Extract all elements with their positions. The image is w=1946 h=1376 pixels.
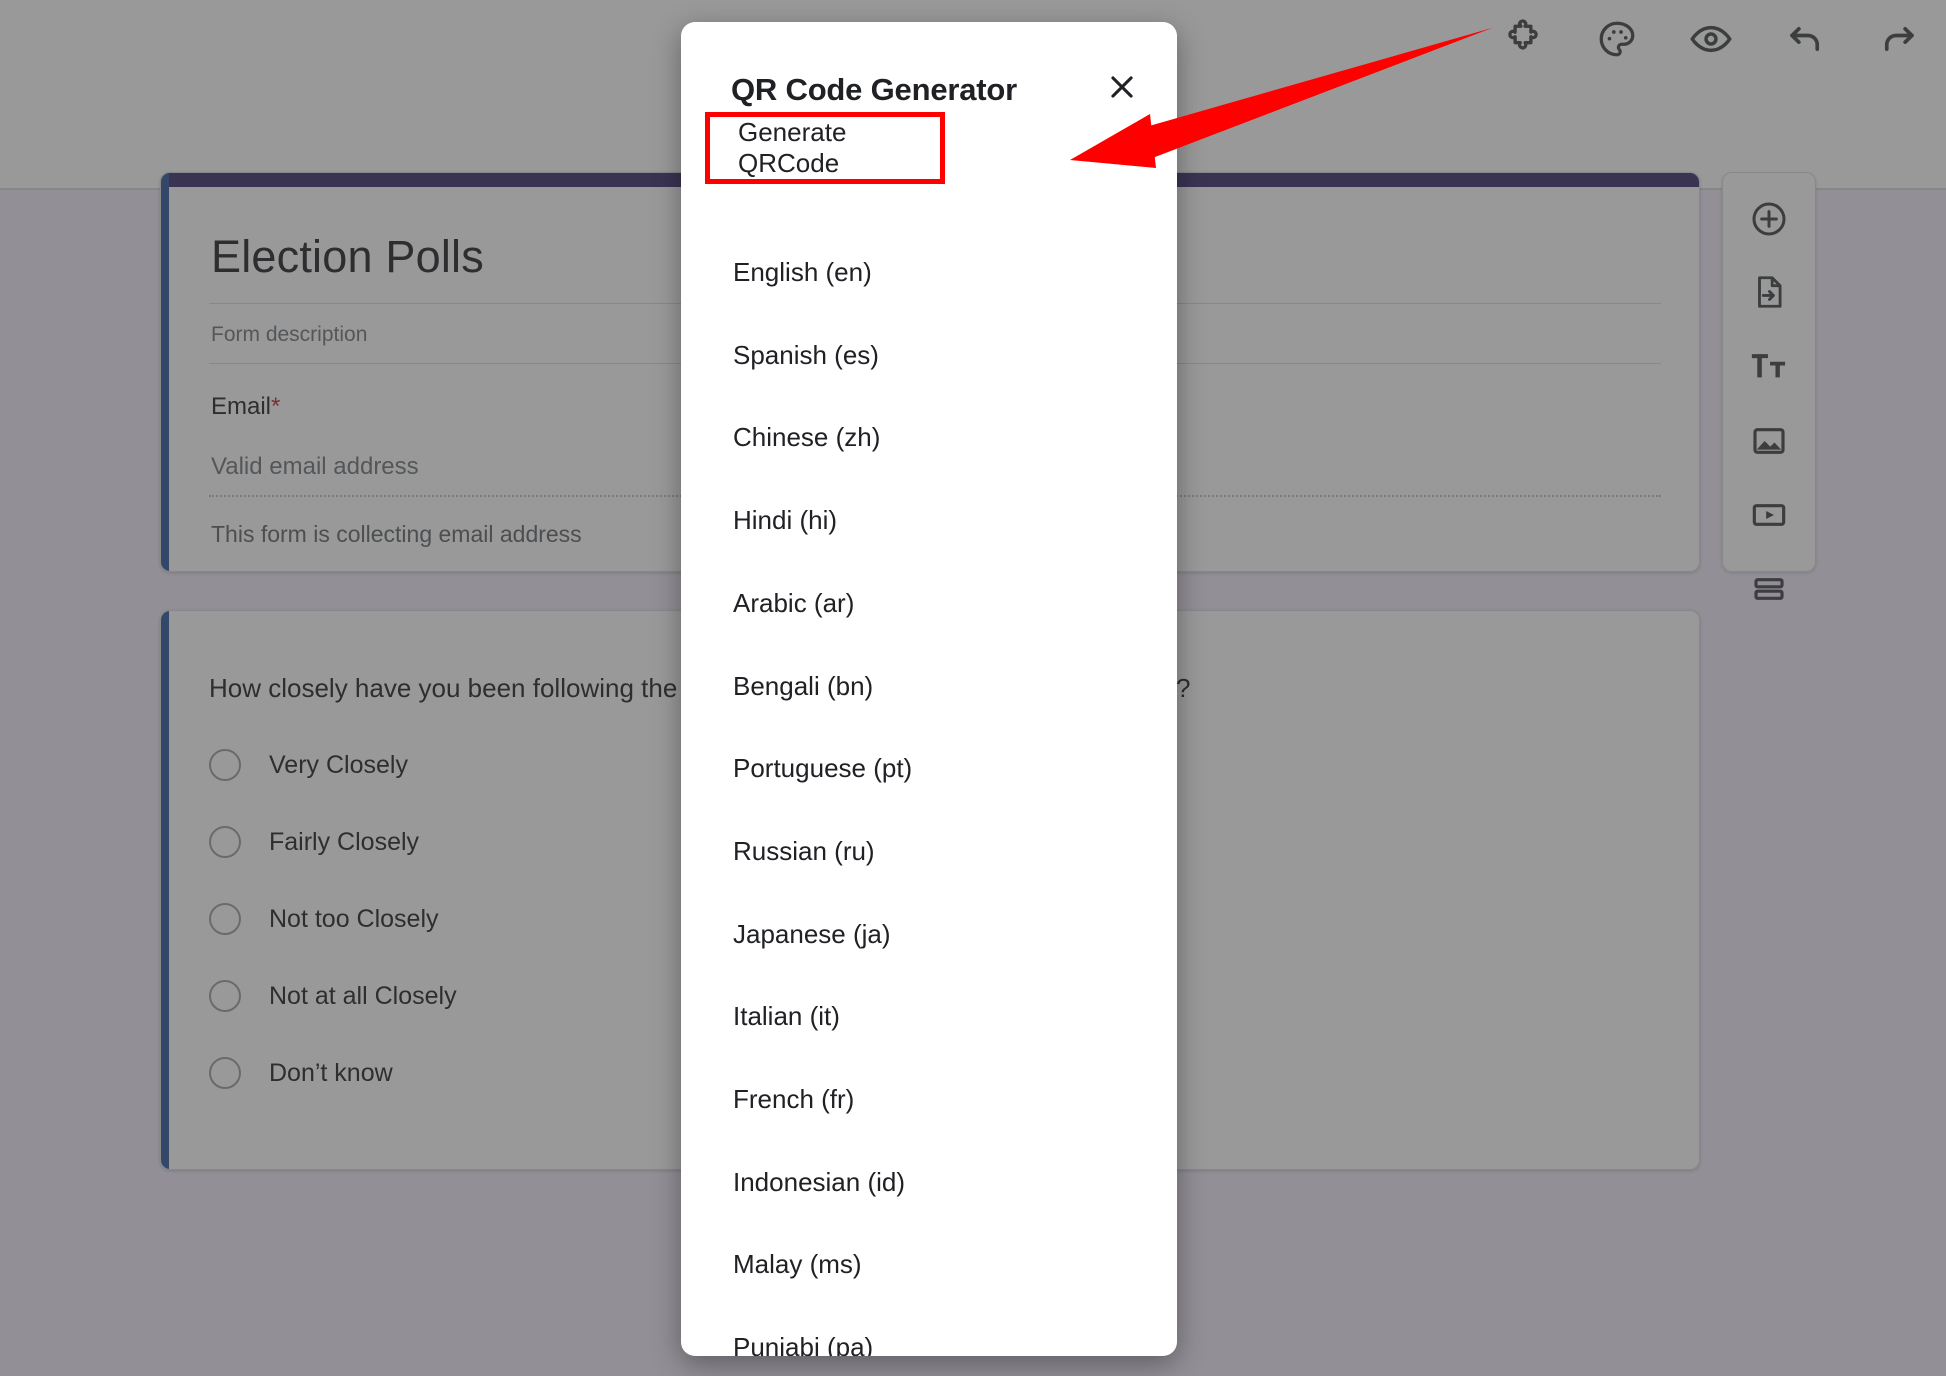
language-item-0[interactable]: English (en): [733, 257, 872, 288]
language-item-8[interactable]: Japanese (ja): [733, 919, 891, 950]
language-item-9[interactable]: Italian (it): [733, 1001, 840, 1032]
qr-code-generator-dialog: QR Code Generator Generate QRCode Englis…: [681, 22, 1177, 1356]
language-item-1[interactable]: Spanish (es): [733, 340, 879, 371]
generate-qrcode-button[interactable]: Generate QRCode: [705, 112, 945, 184]
language-item-2[interactable]: Chinese (zh): [733, 422, 880, 453]
close-icon[interactable]: [1099, 64, 1145, 110]
language-item-12[interactable]: Malay (ms): [733, 1249, 862, 1280]
language-item-4[interactable]: Arabic (ar): [733, 588, 854, 619]
language-item-5[interactable]: Bengali (bn): [733, 671, 873, 702]
language-item-13[interactable]: Punjabi (pa): [733, 1332, 873, 1356]
language-item-11[interactable]: Indonesian (id): [733, 1167, 905, 1198]
language-item-6[interactable]: Portuguese (pt): [733, 753, 912, 784]
dialog-title: QR Code Generator: [731, 72, 1017, 107]
language-item-3[interactable]: Hindi (hi): [733, 505, 837, 536]
language-item-10[interactable]: French (fr): [733, 1084, 854, 1115]
language-item-7[interactable]: Russian (ru): [733, 836, 875, 867]
